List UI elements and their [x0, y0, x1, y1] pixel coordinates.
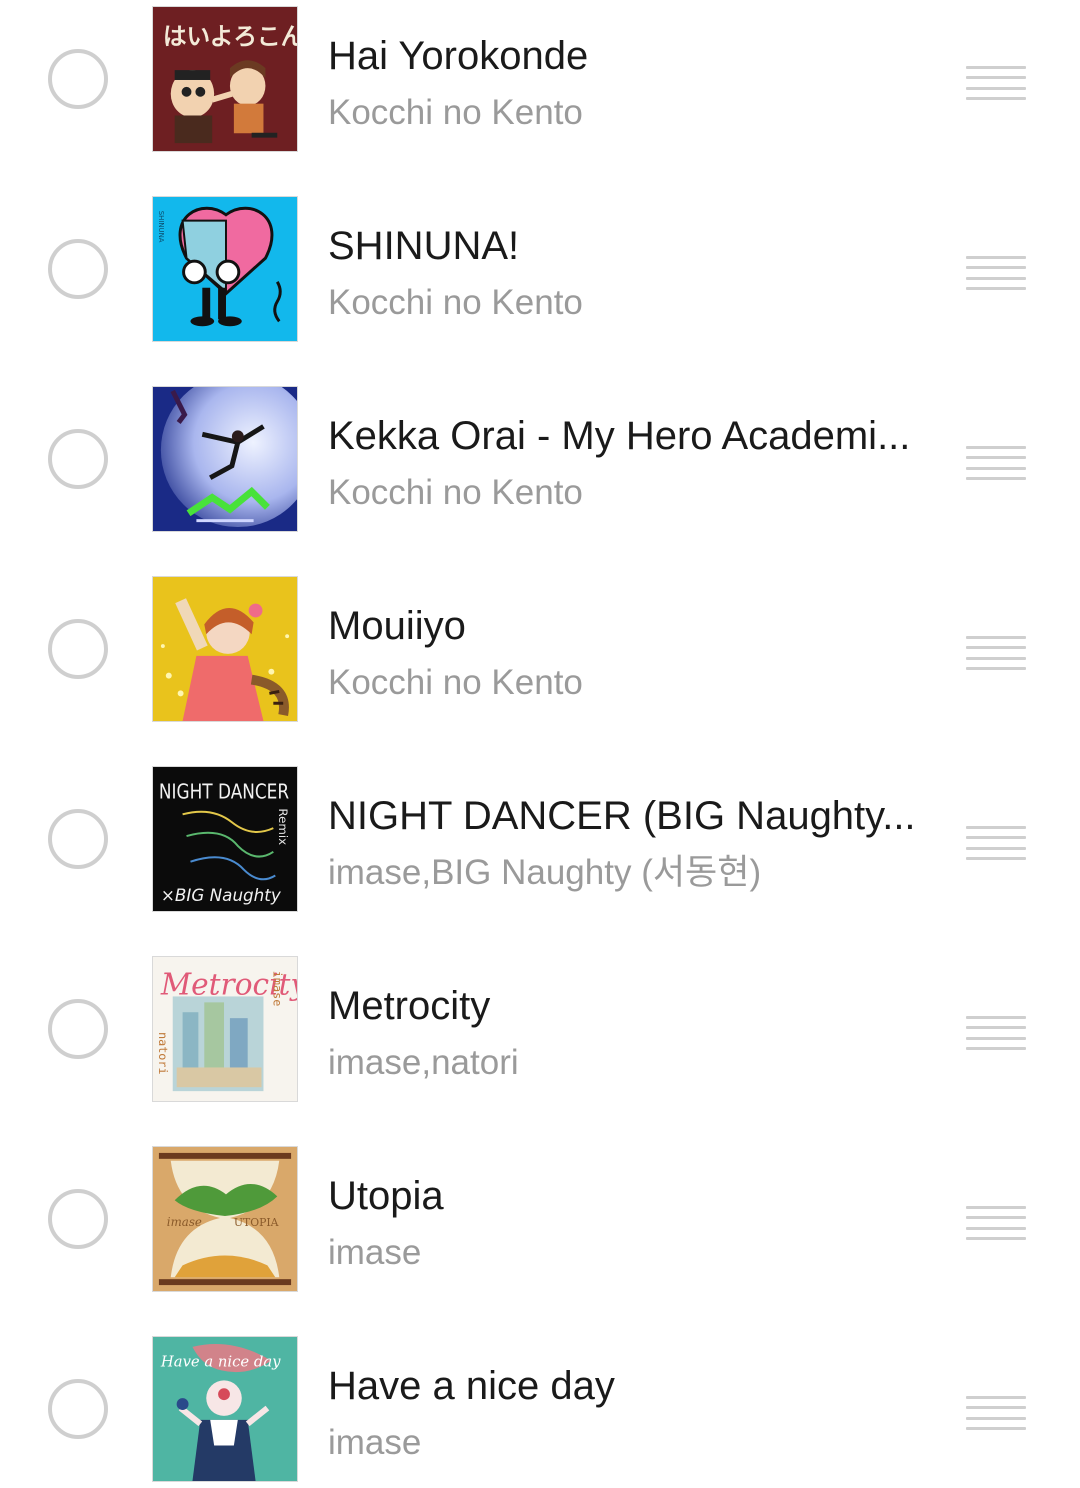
drag-handle-icon[interactable]	[966, 66, 1026, 100]
drag-handle-icon[interactable]	[966, 446, 1026, 480]
drag-handle-icon[interactable]	[966, 1396, 1026, 1430]
song-artist: imase	[328, 1233, 422, 1272]
album-art: Have a nice day	[152, 1336, 298, 1482]
song-artist: Kocchi no Kento	[328, 283, 583, 322]
song-row[interactable]: SHINUNA SHINUNA! Kocchi no Kento	[0, 196, 1080, 386]
album-art-text: はいよろこんで	[163, 22, 297, 50]
album-art-text: Remix	[276, 808, 290, 845]
song-list: はいよろこんで Hai Yorokonde Kocchi no Kento	[0, 0, 1080, 1488]
album-art-text: natori	[156, 1032, 170, 1075]
select-radio[interactable]	[48, 619, 108, 679]
select-radio[interactable]	[48, 429, 108, 489]
song-artist: imase	[328, 1423, 422, 1462]
album-art: Metrocity imase natori	[152, 956, 298, 1102]
song-title: Utopia	[328, 1174, 444, 1218]
song-artist: Kocchi no Kento	[328, 473, 583, 512]
album-art-text: NIGHT DANCER	[159, 780, 289, 804]
song-artist: Kocchi no Kento	[328, 663, 583, 702]
select-radio[interactable]	[48, 999, 108, 1059]
drag-handle-icon[interactable]	[966, 636, 1026, 670]
select-radio[interactable]	[48, 49, 108, 109]
song-row[interactable]: imase UTOPIA Utopia imase	[0, 1146, 1080, 1336]
song-row[interactable]: Have a nice day Have a nice day imase	[0, 1336, 1080, 1488]
drag-handle-icon[interactable]	[966, 1206, 1026, 1240]
drag-handle-icon[interactable]	[966, 826, 1026, 860]
album-art-text: Have a nice day	[160, 1354, 281, 1371]
album-art: imase UTOPIA	[152, 1146, 298, 1292]
select-radio[interactable]	[48, 809, 108, 869]
album-art	[152, 386, 298, 532]
album-art: SHINUNA	[152, 196, 298, 342]
song-title: NIGHT DANCER (BIG Naughty...	[328, 794, 916, 838]
song-title: SHINUNA!	[328, 224, 520, 268]
select-radio[interactable]	[48, 239, 108, 299]
album-art-text: imase	[270, 971, 284, 1007]
album-art: はいよろこんで	[152, 6, 298, 152]
album-art-text: SHINUNA	[157, 211, 165, 243]
song-row[interactable]: Mouiiyo Kocchi no Kento	[0, 576, 1080, 766]
select-radio[interactable]	[48, 1189, 108, 1249]
song-title: Hai Yorokonde	[328, 34, 589, 78]
song-row[interactable]: はいよろこんで Hai Yorokonde Kocchi no Kento	[0, 6, 1080, 196]
album-art: NIGHT DANCER Remix ×BIG Naughty	[152, 766, 298, 912]
song-artist: imase,natori	[328, 1043, 519, 1082]
song-title: Have a nice day	[328, 1364, 615, 1408]
song-title: Kekka Orai - My Hero Academi...	[328, 414, 911, 458]
song-row[interactable]: NIGHT DANCER Remix ×BIG Naughty NIGHT DA…	[0, 766, 1080, 956]
select-radio[interactable]	[48, 1379, 108, 1439]
album-art-text: ×BIG Naughty	[161, 885, 282, 905]
song-row[interactable]: Kekka Orai - My Hero Academi... Kocchi n…	[0, 386, 1080, 576]
album-art-text: imase	[167, 1215, 202, 1229]
album-art-text: UTOPIA	[234, 1216, 279, 1229]
song-artist: imase,BIG Naughty (서동현)	[328, 853, 762, 892]
song-title: Mouiiyo	[328, 604, 466, 648]
song-title: Metrocity	[328, 984, 491, 1028]
song-row[interactable]: Metrocity imase natori Metrocity imase,n…	[0, 956, 1080, 1146]
album-art	[152, 576, 298, 722]
drag-handle-icon[interactable]	[966, 256, 1026, 290]
song-artist: Kocchi no Kento	[328, 93, 583, 132]
drag-handle-icon[interactable]	[966, 1016, 1026, 1050]
